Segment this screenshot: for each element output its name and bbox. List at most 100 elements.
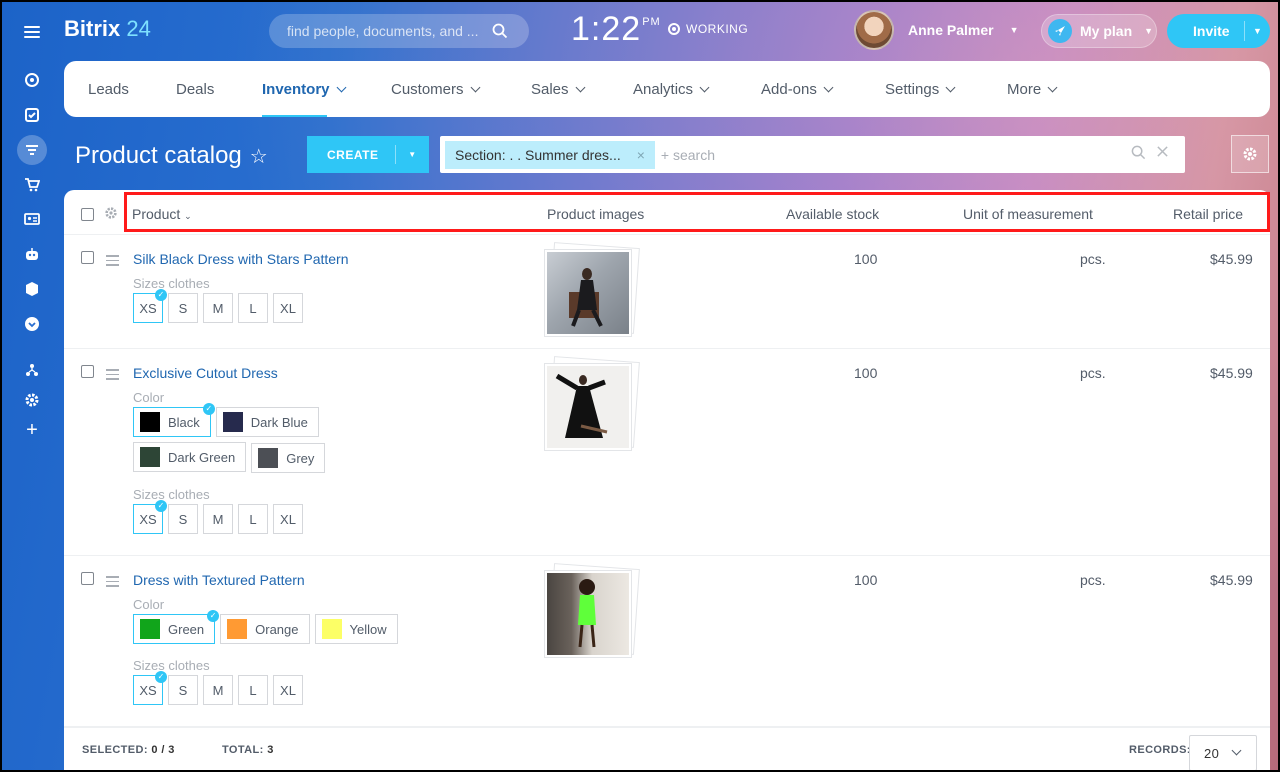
invite-label: Invite — [1193, 23, 1230, 39]
row-checkbox[interactable] — [81, 572, 94, 585]
size-option[interactable]: XL — [273, 504, 303, 534]
robot-icon[interactable] — [20, 242, 44, 266]
drag-handle-icon[interactable] — [106, 252, 119, 269]
color-option[interactable]: Orange — [220, 614, 310, 644]
tab-more[interactable]: More — [1007, 61, 1058, 117]
settings-gear-icon[interactable] — [20, 388, 44, 412]
selected-label: SELECTED: — [82, 744, 148, 756]
contact-card-icon[interactable] — [20, 207, 44, 231]
clock[interactable]: 1:22PM — [571, 10, 661, 49]
select-all-checkbox[interactable] — [81, 208, 94, 221]
tab-sales[interactable]: Sales — [531, 61, 585, 117]
size-option[interactable]: S — [168, 675, 198, 705]
size-option[interactable]: L — [238, 675, 268, 705]
row-checkbox[interactable] — [81, 365, 94, 378]
size-option[interactable]: S — [168, 504, 198, 534]
menu-icon[interactable] — [20, 20, 44, 44]
product-image[interactable] — [545, 563, 640, 659]
size-option[interactable]: XS — [133, 500, 167, 534]
tab-leads[interactable]: Leads — [88, 61, 129, 117]
my-plan-button[interactable]: My plan ▼ — [1041, 14, 1157, 48]
size-option[interactable]: L — [238, 293, 268, 323]
chevron-down-icon — [1047, 82, 1058, 92]
app-logo[interactable]: Bitrix 24 — [64, 16, 151, 42]
product-image[interactable] — [545, 356, 640, 452]
filter-search-placeholder[interactable]: + search — [661, 147, 715, 163]
color-option[interactable]: Grey — [251, 443, 326, 473]
selected-count: SELECTED: 0 / 3 — [82, 744, 175, 756]
filter-chip[interactable]: Section: . . Summer dres... × — [445, 140, 655, 169]
product-name-link[interactable]: Silk Black Dress with Stars Pattern — [133, 251, 349, 267]
color-swatch — [321, 619, 342, 639]
color-option-label: Yellow — [349, 621, 387, 637]
records-per-page-select[interactable]: 20 — [1189, 735, 1257, 770]
page-title-text: Product catalog — [75, 142, 242, 169]
tasks-icon[interactable] — [20, 103, 44, 127]
size-option[interactable]: M — [203, 504, 233, 534]
search-icon[interactable] — [492, 23, 508, 39]
list-settings-button[interactable] — [1231, 135, 1269, 173]
size-option[interactable]: S — [168, 293, 198, 323]
caret-down-icon: ▼ — [1009, 25, 1019, 35]
plus-icon[interactable]: + — [20, 418, 44, 442]
invite-dropdown-icon[interactable]: ▼ — [1244, 21, 1270, 41]
row-checkbox[interactable] — [81, 251, 94, 264]
user-name: Anne Palmer — [908, 22, 994, 38]
table-row[interactable]: Exclusive Cutout Dress Color Black Dark … — [64, 349, 1270, 556]
drag-handle-icon[interactable] — [106, 573, 119, 590]
star-icon[interactable]: ☆ — [250, 144, 268, 169]
invite-button[interactable]: Invite ▼ — [1167, 14, 1270, 48]
color-option[interactable]: Dark Green — [133, 442, 247, 472]
size-option[interactable]: XL — [273, 675, 303, 705]
inventory-icon[interactable] — [17, 135, 47, 165]
crm-icon[interactable] — [20, 68, 44, 92]
product-image[interactable] — [545, 242, 640, 338]
tab-customers[interactable]: Customers — [391, 61, 480, 117]
tab-label: Leads — [88, 80, 129, 98]
size-option[interactable]: XS — [133, 671, 167, 705]
search-icon[interactable] — [1131, 145, 1146, 160]
total-count: TOTAL: 3 — [222, 744, 274, 756]
color-option[interactable]: Green — [133, 610, 220, 644]
color-option[interactable]: Black — [133, 403, 215, 437]
more-circle-icon[interactable] — [20, 312, 44, 336]
cart-icon[interactable] — [20, 173, 44, 197]
box-icon[interactable] — [20, 277, 44, 301]
color-label: Color — [133, 390, 165, 405]
tab-deals[interactable]: Deals — [176, 61, 214, 117]
color-swatch — [227, 619, 248, 639]
tab-label: More — [1007, 80, 1042, 98]
product-name-link[interactable]: Exclusive Cutout Dress — [133, 365, 278, 381]
create-dropdown-icon[interactable]: ▼ — [395, 145, 429, 164]
size-option[interactable]: XL — [273, 293, 303, 323]
create-button[interactable]: CREATE ▼ — [307, 136, 429, 173]
selected-value: 0 / 3 — [151, 744, 175, 756]
product-name-link[interactable]: Dress with Textured Pattern — [133, 572, 305, 588]
chevron-down-icon — [823, 82, 834, 92]
user-menu[interactable]: Anne Palmer ▼ — [854, 10, 1019, 50]
work-status[interactable]: WORKING — [668, 22, 748, 36]
tab-inventory[interactable]: Inventory — [262, 61, 346, 117]
table-row[interactable]: Dress with Textured Pattern Color Green … — [64, 556, 1270, 727]
size-option[interactable]: M — [203, 675, 233, 705]
size-option[interactable]: L — [238, 504, 268, 534]
tab-settings[interactable]: Settings — [885, 61, 956, 117]
color-option[interactable]: Dark Blue — [215, 407, 319, 437]
product-photo — [545, 250, 631, 336]
tab-add-ons[interactable]: Add-ons — [761, 61, 834, 117]
size-label: Sizes clothes — [133, 276, 210, 291]
drag-handle-icon[interactable] — [106, 366, 119, 383]
color-option[interactable]: Yellow — [314, 614, 398, 644]
table-row[interactable]: Silk Black Dress with Stars Pattern Size… — [64, 235, 1270, 349]
clear-icon[interactable] — [1156, 145, 1169, 158]
size-option[interactable]: XS — [133, 289, 167, 323]
tab-analytics[interactable]: Analytics — [633, 61, 710, 117]
size-option[interactable]: M — [203, 293, 233, 323]
color-label: Color — [133, 597, 165, 612]
sitemap-icon[interactable] — [20, 358, 44, 382]
filter-search[interactable]: Section: . . Summer dres... × + search — [440, 136, 1185, 173]
avatar[interactable] — [854, 10, 894, 50]
column-settings-icon[interactable] — [104, 206, 118, 220]
close-icon[interactable]: × — [637, 147, 645, 163]
search-input[interactable] — [287, 23, 492, 39]
